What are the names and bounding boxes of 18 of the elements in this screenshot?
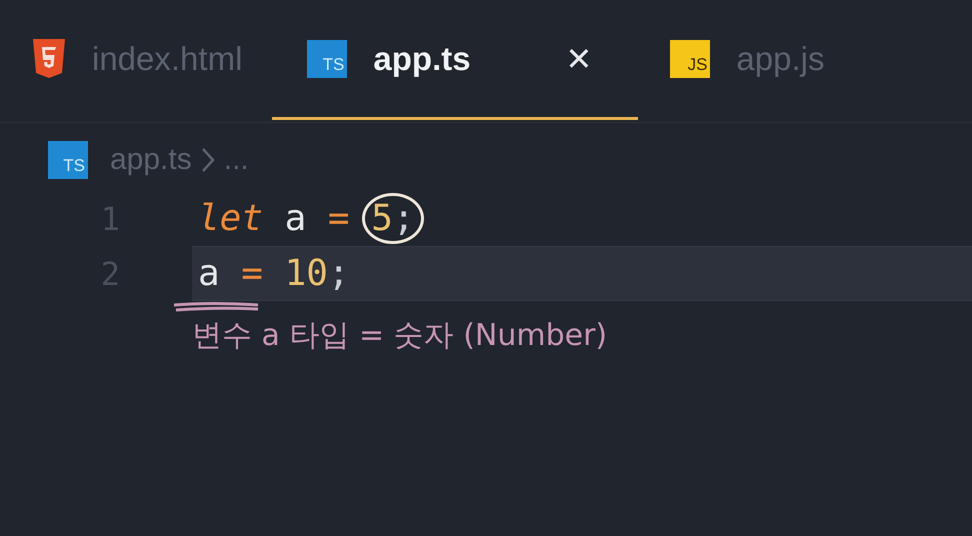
operator: = <box>241 253 263 294</box>
identifier: a <box>198 253 220 294</box>
number-literal: 10 <box>284 253 328 294</box>
chevron-icon <box>200 147 216 173</box>
editor-tab[interactable]: JS app.js <box>638 0 854 120</box>
identifier: a <box>284 198 306 239</box>
handwritten-note: 변수 a 타입 = 숫자 (Number) <box>192 317 608 355</box>
number-literal: 5 <box>371 198 393 239</box>
semicolon: ; <box>392 198 415 239</box>
editor-tab[interactable]: TS app.ts ✕ <box>272 0 638 120</box>
html-shield-icon <box>32 38 66 78</box>
js-file-icon: JS <box>670 40 710 78</box>
close-icon[interactable]: ✕ <box>549 40 608 78</box>
operator: = <box>328 198 350 239</box>
ts-file-icon: TS <box>48 141 88 179</box>
keyword: let <box>198 198 264 239</box>
ts-file-icon: TS <box>307 40 348 78</box>
semicolon: ; <box>328 253 350 294</box>
